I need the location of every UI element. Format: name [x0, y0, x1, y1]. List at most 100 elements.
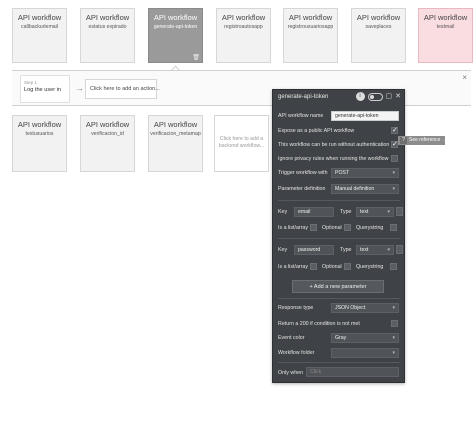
- response-type-label: Response type: [278, 305, 314, 311]
- workflow-card-name: generate-api-token: [153, 24, 198, 30]
- param-querystring-checkbox[interactable]: [390, 224, 397, 231]
- workflow-card-name: registroautosapp: [224, 24, 263, 30]
- workflow-card-title: API workflow: [221, 13, 266, 22]
- workflow-card-title: API workflow: [17, 120, 62, 129]
- expose-public-label: Expose as a public API workflow: [278, 128, 355, 134]
- chevron-down-icon: ▾: [392, 350, 395, 356]
- workflow-card-title: API workflow: [356, 13, 401, 22]
- workflow-card-name: verificacion_id: [91, 131, 124, 137]
- workflow-card[interactable]: API workflow estatus expirado: [80, 8, 135, 63]
- only-when-label: Only when: [278, 370, 304, 376]
- param-type-label: Type: [340, 247, 352, 253]
- param-type-label: Type: [340, 209, 352, 215]
- return-200-checkbox[interactable]: [391, 320, 398, 327]
- api-workflow-name-label: API workflow name: [278, 113, 324, 119]
- response-type-value: JSON Object: [335, 305, 366, 311]
- help-icon: ?: [400, 137, 407, 144]
- add-parameter-button[interactable]: + Add a new parameter: [292, 280, 384, 293]
- workflow-card-title: API workflow: [288, 13, 333, 22]
- event-color-value: Gray: [335, 335, 347, 341]
- workflow-card[interactable]: API workflow callbackurlemail: [12, 8, 67, 63]
- workflow-card[interactable]: API workflow verificacion_id: [80, 115, 135, 172]
- workflow-card[interactable]: API workflow testusuarios: [12, 115, 67, 172]
- workflow-card[interactable]: API workflow verificacion_metamap: [148, 115, 203, 172]
- param-type-dropdown[interactable]: text ▾: [356, 245, 394, 255]
- close-icon[interactable]: ×: [462, 73, 467, 82]
- workflow-card-title: API workflow: [423, 13, 468, 22]
- workflow-card[interactable]: API workflow registroautosapp: [216, 8, 271, 63]
- param-list-checkbox[interactable]: [310, 263, 317, 270]
- close-icon[interactable]: ✕: [395, 93, 401, 101]
- toggle-icon[interactable]: [367, 92, 383, 101]
- step-value: Log the user in: [24, 87, 62, 93]
- response-type-dropdown[interactable]: JSON Object ▾: [331, 303, 399, 313]
- param-optional-checkbox[interactable]: [344, 263, 351, 270]
- param-optional-checkbox[interactable]: [344, 224, 351, 231]
- workflow-card-title: API workflow: [85, 13, 130, 22]
- param-querystring-label: Querystring: [356, 225, 384, 231]
- workflow-card-title: API workflow: [153, 120, 198, 129]
- return-200-label: Return a 200 if condition is not met: [278, 321, 360, 327]
- workflow-card-title: API workflow: [153, 13, 198, 22]
- divider: [278, 298, 400, 299]
- trigger-dropdown[interactable]: POST ▾: [331, 168, 399, 178]
- param-type-value: text: [360, 247, 369, 253]
- only-when-input[interactable]: Click: [306, 367, 399, 377]
- param-list-checkbox[interactable]: [310, 224, 317, 231]
- see-reference-button[interactable]: ? See reference →: [398, 136, 447, 145]
- panel-title: generate-api-token: [278, 94, 329, 100]
- add-action-button[interactable]: Click here to add an action...: [85, 79, 160, 99]
- trash-icon[interactable]: 🗑: [192, 54, 200, 61]
- param-list-label: Is a list/array: [278, 264, 309, 270]
- divider: [278, 362, 400, 363]
- workflow-card-title: API workflow: [85, 120, 130, 129]
- ignore-privacy-checkbox[interactable]: [391, 155, 398, 162]
- chevron-down-icon: ▾: [392, 186, 395, 192]
- event-color-dropdown[interactable]: Gray ▾: [331, 333, 399, 343]
- param-key-label: Key: [278, 209, 288, 215]
- delete-param-icon[interactable]: [396, 207, 403, 216]
- workflow-card-title: API workflow: [17, 13, 62, 22]
- add-backend-workflow-button[interactable]: Click here to add a backend workflow...: [214, 115, 269, 172]
- param-def-dropdown[interactable]: Manual definition ▾: [331, 184, 399, 194]
- workflow-card-name: registrousuariosapp: [287, 24, 334, 30]
- param-querystring-checkbox[interactable]: [390, 263, 397, 270]
- api-workflow-name-input[interactable]: generate-api-token: [331, 111, 399, 121]
- trigger-label: Trigger workflow with: [278, 170, 328, 176]
- chevron-down-icon: ▾: [387, 247, 390, 253]
- param-key-input[interactable]: password: [294, 245, 334, 255]
- workflow-card[interactable]: API workflow generate-api-token 🗑: [148, 8, 203, 63]
- no-auth-label: This workflow can be run without authent…: [278, 142, 390, 148]
- divider: [278, 200, 400, 201]
- no-auth-checkbox[interactable]: [391, 140, 398, 148]
- chevron-down-icon: ▾: [392, 305, 395, 311]
- param-list-label: Is a list/array: [278, 225, 309, 231]
- workflow-card[interactable]: API workflow registrousuariosapp: [283, 8, 338, 63]
- param-def-value: Manual definition: [335, 186, 375, 192]
- panel-header: generate-api-token i ▢ ✕: [273, 90, 404, 105]
- expose-public-checkbox[interactable]: [391, 126, 398, 134]
- chevron-down-icon: ▾: [392, 335, 395, 341]
- delete-param-icon[interactable]: [396, 245, 403, 254]
- chevron-down-icon: ▾: [392, 170, 395, 176]
- workflow-card-name: verificacion_metamap: [150, 131, 201, 137]
- comment-icon[interactable]: ▢: [386, 93, 393, 101]
- see-reference-label: See reference →: [409, 137, 447, 143]
- param-def-label: Parameter definition: [278, 186, 326, 192]
- param-querystring-label: Querystring: [356, 264, 384, 270]
- trigger-value: POST: [335, 170, 350, 176]
- workflow-card[interactable]: API workflow saveplaces: [351, 8, 406, 63]
- param-type-value: text: [360, 209, 369, 215]
- param-type-dropdown[interactable]: text ▾: [356, 207, 394, 217]
- chevron-down-icon: ▾: [387, 209, 390, 215]
- info-icon[interactable]: i: [355, 92, 365, 101]
- workflow-card-name: testmail: [436, 24, 455, 30]
- param-key-input[interactable]: email: [294, 207, 334, 217]
- workflow-card-name: estatus expirado: [88, 24, 127, 30]
- workflow-folder-label: Workflow folder: [278, 350, 315, 356]
- event-color-label: Event color: [278, 335, 305, 341]
- workflow-card-name: callbackurlemail: [21, 24, 58, 30]
- workflow-card[interactable]: API workflow testmail: [418, 8, 473, 63]
- step-1-card[interactable]: Step 1 Log the user in: [20, 75, 70, 103]
- workflow-folder-dropdown[interactable]: ▾: [331, 348, 399, 358]
